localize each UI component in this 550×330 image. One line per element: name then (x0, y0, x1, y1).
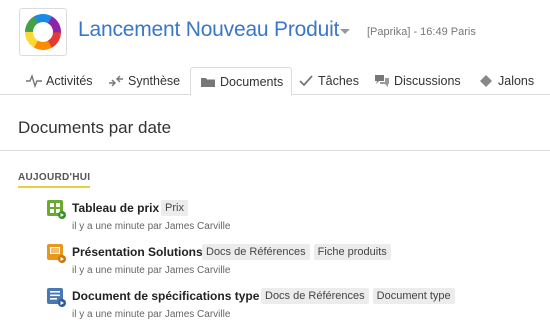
project-title[interactable]: Lancement Nouveau Produit (78, 18, 339, 42)
project-logo[interactable] (19, 8, 67, 56)
document-tag[interactable]: Fiche produits (313, 244, 391, 260)
tab-taches[interactable]: Tâches (298, 67, 359, 95)
tab-label: Documents (220, 74, 284, 89)
tab-label: Tâches (318, 74, 359, 88)
folder-icon (200, 75, 216, 89)
tab-documents[interactable]: Documents (190, 67, 293, 96)
text-document-icon (46, 287, 66, 307)
project-meta: [Paprika] - 16:49 Paris (367, 26, 476, 38)
divider (0, 150, 550, 151)
arrows-icon (108, 74, 124, 88)
tab-synthese[interactable]: Synthèse (108, 67, 180, 95)
spreadsheet-icon (46, 199, 66, 219)
document-meta: il y a une minute par James Carville (72, 309, 231, 320)
tab-discussions[interactable]: Discussions (374, 67, 461, 95)
tab-activites[interactable]: Activités (26, 67, 93, 95)
tab-label: Activités (46, 74, 93, 88)
document-name[interactable]: Document de spécifications type (72, 289, 259, 303)
document-tag[interactable]: Docs de Références (202, 244, 310, 260)
presentation-icon (46, 243, 66, 263)
document-tag[interactable]: Document type (372, 288, 455, 304)
project-header: Lancement Nouveau Produit [Paprika] - 16… (0, 0, 550, 64)
document-name[interactable]: Présentation Solutions (72, 245, 203, 259)
tag-list: Prix (161, 200, 188, 216)
activity-icon (26, 73, 42, 89)
checkmark-icon (298, 74, 314, 88)
document-tag[interactable]: Docs de Références (261, 288, 369, 304)
tab-label: Discussions (394, 74, 461, 88)
tab-jalons[interactable]: Jalons (478, 67, 534, 95)
section-label-today: AUJOURD'HUI (18, 172, 91, 188)
diamond-icon (478, 74, 494, 88)
tag-list: Docs de Références Fiche produits (202, 244, 391, 260)
tag-list: Docs de Références Document type (261, 288, 455, 304)
project-menu-caret-icon[interactable] (340, 29, 350, 34)
document-meta: il y a une minute par James Carville (72, 265, 231, 276)
document-meta: il y a une minute par James Carville (72, 221, 231, 232)
page-title: Documents par date (18, 118, 172, 137)
document-tag[interactable]: Prix (161, 200, 188, 216)
tab-bar: Activités Synthèse Documents Tâches Disc… (0, 67, 550, 96)
document-name[interactable]: Tableau de prix (72, 201, 159, 215)
chat-bubbles-icon (374, 74, 390, 88)
logo-ring-icon (25, 14, 61, 50)
tab-label: Synthèse (128, 74, 181, 88)
tab-label: Jalons (498, 74, 535, 88)
